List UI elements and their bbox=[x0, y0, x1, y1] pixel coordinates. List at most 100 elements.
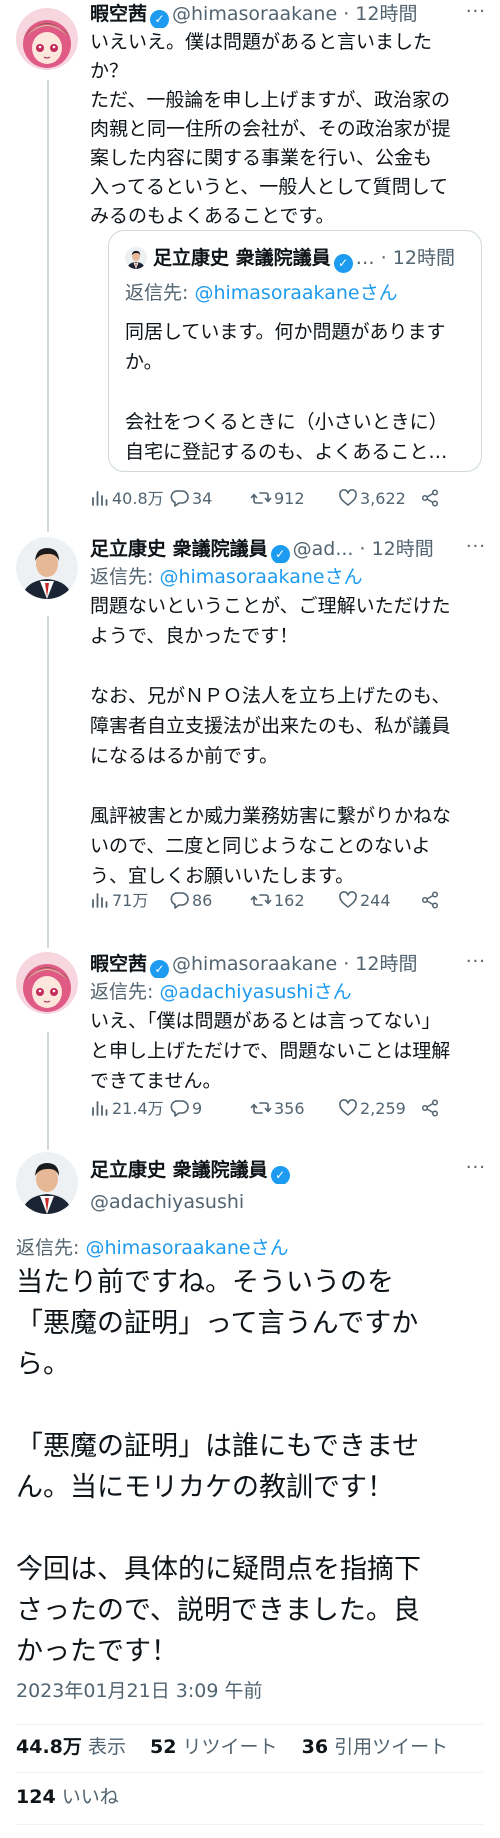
reply-button[interactable]: 9 bbox=[170, 1095, 202, 1123]
reply-bubble-icon bbox=[170, 1098, 190, 1118]
avatar bbox=[125, 247, 147, 269]
more-dots-icon[interactable]: ··· bbox=[466, 1156, 486, 1182]
tweet-text: いえいえ。僕は問題があると言いました か？ ただ、一般論を申し上げますが、政治家… bbox=[90, 31, 451, 227]
views-button[interactable]: 21.4万 bbox=[90, 1095, 164, 1123]
tweet-header: 足立康史 衆議院議員 ✓ @ad... · 12時間 ··· bbox=[90, 535, 486, 563]
author-handle[interactable]: @ad... bbox=[293, 538, 354, 560]
quoted-tweet-text: 同居しています。何か問題があります か。 会社をつくるときに（小さいときに） 自… bbox=[125, 321, 448, 463]
quotes-label: 引用ツイート bbox=[334, 1736, 449, 1758]
author-handle[interactable]: @himasoraakane bbox=[172, 3, 337, 25]
like-button[interactable]: 3,622 bbox=[338, 485, 406, 513]
tweet-actions: 21.4万 9 356 2,259 bbox=[90, 1095, 500, 1123]
tweet-text: 問題ないということが、ご理解いただけた ようで、良かったです！ なお、兄がＮＰＯ… bbox=[90, 595, 452, 887]
tweet-text: 当たり前ですね。そういうのを 「悪魔の証明」って言うんですか ら。 「悪魔の証明… bbox=[16, 1267, 421, 1667]
views-chart-icon bbox=[90, 488, 110, 508]
tweet-4-focused[interactable]: 足立康史 衆議院議員 ✓ ··· @adachiyasushi 返信先: @him… bbox=[0, 1152, 500, 1838]
divider bbox=[16, 1772, 484, 1773]
handle-ellipsis: … bbox=[355, 247, 375, 269]
reply-to-handle[interactable]: @himasoraakaneさん bbox=[85, 1237, 288, 1259]
author-name[interactable]: 暇空茜 bbox=[90, 953, 147, 975]
reply-bubble-icon bbox=[170, 890, 190, 910]
verified-badge-icon: ✓ bbox=[270, 1166, 290, 1184]
heart-icon bbox=[338, 1098, 358, 1118]
more-dots-icon[interactable]: ··· bbox=[466, 535, 486, 561]
verified-badge-icon: ✓ bbox=[150, 960, 170, 978]
separator-dot: · bbox=[343, 3, 350, 25]
reply-to: 返信先: @himasoraakaneさん bbox=[16, 1234, 289, 1262]
reply-count: 34 bbox=[192, 489, 213, 508]
separator-dot: · bbox=[359, 538, 366, 560]
avatar[interactable] bbox=[16, 1152, 78, 1214]
tweet-actions: 71万 86 162 244 bbox=[90, 887, 500, 915]
reply-to-handle[interactable]: @adachiyasushiさん bbox=[159, 981, 351, 1003]
tweet-text: いえ、「僕は問題があるとは言ってない」 と申し上げただけで、問題ないことは理解 … bbox=[90, 1010, 451, 1092]
tweet-header: 暇空茜 ✓ @himasoraakane · 12時間 ··· bbox=[90, 950, 486, 978]
tweet-header: 暇空茜 ✓ @himasoraakane · 12時間 ··· bbox=[90, 0, 486, 28]
timestamp: 12時間 bbox=[392, 247, 455, 269]
views-chart-icon bbox=[90, 1098, 110, 1118]
reply-to-prefix: 返信先: bbox=[90, 981, 160, 1003]
retweet-icon bbox=[250, 488, 272, 508]
retweet-button[interactable]: 912 bbox=[250, 485, 305, 513]
like-count: 244 bbox=[360, 891, 391, 910]
author-name[interactable]: 足立康史 衆議院議員 bbox=[90, 538, 268, 560]
retweet-icon bbox=[250, 890, 272, 910]
author-name[interactable]: 暇空茜 bbox=[90, 3, 147, 25]
views-chart-icon bbox=[90, 890, 110, 910]
reply-to-handle[interactable]: @himasoraakaneさん bbox=[159, 566, 362, 588]
stats-row: 44.8万 表示 52 リツイート 36 引用ツイート bbox=[16, 1732, 448, 1762]
timestamp[interactable]: 12時間 bbox=[355, 3, 417, 25]
reply-to-handle[interactable]: @himasoraakaneさん bbox=[194, 282, 397, 304]
author-name[interactable]: 足立康史 衆議院議員 bbox=[90, 1159, 268, 1181]
views-number: 44.8万 bbox=[16, 1736, 82, 1758]
avatar[interactable] bbox=[16, 537, 78, 599]
author-name: 足立康史 衆議院議員 bbox=[153, 247, 331, 269]
like-button[interactable]: 244 bbox=[338, 887, 391, 915]
views-count: 71万 bbox=[112, 891, 149, 910]
divider bbox=[16, 1824, 484, 1825]
tweet-header: 足立康史 衆議院議員 ✓ ··· bbox=[90, 1156, 486, 1184]
quoted-tweet[interactable]: 足立康史 衆議院議員 ✓… · 12時間 返信先: @himasoraakaneさ… bbox=[108, 230, 482, 472]
verified-badge-icon: ✓ bbox=[150, 10, 170, 28]
reply-button[interactable]: 34 bbox=[170, 485, 212, 513]
reply-bubble-icon bbox=[170, 488, 190, 508]
timestamp[interactable]: 12時間 bbox=[372, 538, 434, 560]
reply-button[interactable]: 86 bbox=[170, 887, 212, 915]
avatar[interactable] bbox=[16, 952, 78, 1014]
retweets-number: 52 bbox=[150, 1736, 177, 1758]
views-stat[interactable]: 44.8万 表示 bbox=[16, 1736, 126, 1758]
reply-to-prefix: 返信先: bbox=[125, 282, 195, 304]
retweet-button[interactable]: 356 bbox=[250, 1095, 305, 1123]
share-button[interactable] bbox=[420, 1095, 442, 1123]
likes-number: 124 bbox=[16, 1786, 56, 1808]
author-handle[interactable]: @himasoraakane bbox=[172, 953, 337, 975]
reply-to: 返信先: @himasoraakaneさん bbox=[125, 279, 398, 307]
quotes-stat[interactable]: 36 引用ツイート bbox=[302, 1736, 449, 1758]
more-dots-icon[interactable]: ··· bbox=[466, 950, 486, 976]
like-count: 2,259 bbox=[360, 1099, 406, 1118]
share-button[interactable] bbox=[420, 485, 442, 513]
likes-stat[interactable]: 124 いいね bbox=[16, 1782, 119, 1812]
reply-to-prefix: 返信先: bbox=[90, 566, 160, 588]
tweet-2[interactable]: 足立康史 衆議院議員 ✓ @ad... · 12時間 ··· 返信先: @himas… bbox=[0, 535, 500, 945]
reply-to-prefix: 返信先: bbox=[16, 1237, 86, 1259]
retweet-button[interactable]: 162 bbox=[250, 887, 305, 915]
tweet-1[interactable]: 暇空茜 ✓ @himasoraakane · 12時間 ··· いえいえ。僕は問題が… bbox=[0, 0, 500, 530]
verified-badge-icon: ✓ bbox=[333, 254, 353, 273]
heart-icon bbox=[338, 488, 358, 508]
tweet-timestamp[interactable]: 2023年01月21日 3:09 午前 bbox=[16, 1677, 262, 1705]
views-button[interactable]: 40.8万 bbox=[90, 485, 164, 513]
more-dots-icon[interactable]: ··· bbox=[466, 0, 486, 26]
reply-to: 返信先: @adachiyasushiさん bbox=[90, 978, 486, 1006]
avatar[interactable] bbox=[16, 8, 78, 70]
share-button[interactable] bbox=[420, 887, 442, 915]
author-handle[interactable]: @adachiyasushi bbox=[90, 1188, 244, 1216]
verified-badge-icon: ✓ bbox=[270, 545, 290, 563]
quotes-number: 36 bbox=[301, 1736, 329, 1758]
like-button[interactable]: 2,259 bbox=[338, 1095, 406, 1123]
timestamp[interactable]: 12時間 bbox=[355, 953, 417, 975]
views-button[interactable]: 71万 bbox=[90, 887, 148, 915]
retweet-count: 356 bbox=[274, 1099, 305, 1118]
retweets-stat[interactable]: 52 リツイート bbox=[150, 1736, 278, 1758]
tweet-3[interactable]: 暇空茜 ✓ @himasoraakane · 12時間 ··· 返信先: @adac… bbox=[0, 950, 500, 1150]
